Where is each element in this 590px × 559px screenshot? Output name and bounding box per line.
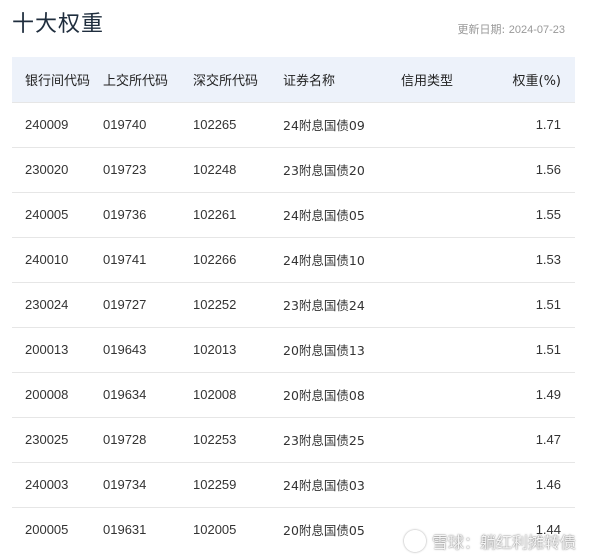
sh-code-cell: 019741 — [103, 252, 147, 267]
sz-code-cell: 102248 — [193, 162, 237, 177]
security-name-cell: 23附息国债20 — [283, 163, 365, 178]
security-name-cell: 20附息国债08 — [283, 388, 365, 403]
column-header-sz-code: 深交所代码 — [193, 73, 259, 89]
watermark: 雪球：躺红利摊转债 — [403, 529, 576, 553]
table-row: 240005 019736 102261 24附息国债05 1.55 — [12, 192, 575, 237]
credit-type-cell — [401, 372, 487, 417]
sh-code-cell: 019723 — [103, 162, 147, 177]
column-header-bank-code: 银行间代码 — [25, 73, 91, 89]
bank-code-cell: 240010 — [25, 252, 69, 267]
column-header-credit-type: 信用类型 — [401, 73, 454, 89]
table-row: 240010 019741 102266 24附息国债10 1.53 — [12, 237, 575, 282]
sz-code-cell: 102005 — [193, 522, 237, 538]
security-name-cell: 23附息国债25 — [283, 433, 365, 448]
sh-code-cell: 019643 — [103, 342, 147, 357]
credit-type-cell — [401, 147, 487, 192]
bank-code-cell: 240003 — [25, 477, 69, 492]
snowball-logo-icon — [403, 530, 426, 552]
table-row: 230020 019723 102248 23附息国债20 1.56 — [12, 147, 575, 192]
weight-cell: 1.47 — [535, 432, 561, 447]
sh-code-cell: 019728 — [103, 432, 147, 447]
security-name-cell: 24附息国债05 — [283, 208, 365, 223]
sz-code-cell: 102265 — [193, 117, 237, 132]
table-header-row: 银行间代码 上交所代码 深交所代码 证券名称 信用类型 权重(%) — [12, 57, 575, 102]
bank-code-cell: 230025 — [25, 432, 69, 447]
table-row: 230024 019727 102252 23附息国债24 1.51 — [12, 282, 575, 327]
weight-cell: 1.51 — [535, 342, 561, 357]
security-name-cell: 24附息国债10 — [283, 253, 365, 268]
sz-code-cell: 102252 — [193, 297, 237, 312]
page-title: 十大权重 — [12, 12, 105, 37]
credit-type-cell — [401, 102, 487, 147]
bank-code-cell: 200008 — [25, 387, 69, 402]
bank-code-cell: 200013 — [25, 342, 69, 357]
credit-type-cell — [401, 282, 487, 327]
credit-type-cell — [401, 327, 487, 372]
table-row: 200013 019643 102013 20附息国债13 1.51 — [12, 327, 575, 372]
top-ten-holdings-table: 银行间代码 上交所代码 深交所代码 证券名称 信用类型 权重(%) 240009… — [12, 57, 575, 552]
update-date-value: 2024-07-23 — [508, 24, 565, 36]
credit-type-cell — [401, 192, 487, 237]
security-name-cell: 20附息国债13 — [283, 343, 365, 358]
bank-code-cell: 230024 — [25, 297, 69, 312]
security-name-cell: 24附息国债03 — [283, 478, 365, 493]
weight-cell: 1.49 — [535, 387, 561, 402]
security-name-cell: 20附息国债05 — [283, 523, 365, 539]
column-header-sh-code: 上交所代码 — [103, 73, 169, 89]
bank-code-cell: 200005 — [25, 522, 69, 538]
watermark-text: 雪球：躺红利摊转债 — [431, 533, 576, 552]
bank-code-cell: 240009 — [25, 117, 69, 132]
weight-cell: 1.55 — [535, 207, 561, 222]
weight-cell: 1.56 — [535, 162, 561, 177]
table-row: 240009 019740 102265 24附息国债09 1.71 — [12, 102, 575, 147]
weight-cell: 1.71 — [535, 117, 561, 132]
sz-code-cell: 102253 — [193, 432, 237, 447]
table-row: 200008 019634 102008 20附息国债08 1.49 — [12, 372, 575, 417]
security-name-cell: 24附息国债09 — [283, 118, 365, 133]
sz-code-cell: 102266 — [193, 252, 237, 267]
sz-code-cell: 102008 — [193, 387, 237, 402]
credit-type-cell — [401, 462, 487, 507]
sh-code-cell: 019736 — [103, 207, 147, 222]
security-name-cell: 23附息国债24 — [283, 298, 365, 313]
sz-code-cell: 102013 — [193, 342, 237, 357]
bank-code-cell: 240005 — [25, 207, 69, 222]
sh-code-cell: 019734 — [103, 477, 147, 492]
sh-code-cell: 019634 — [103, 387, 147, 402]
update-date-label: 更新日期: — [457, 23, 506, 36]
update-date: 更新日期: 2024-07-23 — [458, 21, 566, 37]
table-row: 230025 019728 102253 23附息国债25 1.47 — [12, 417, 575, 462]
credit-type-cell — [401, 237, 487, 282]
bank-code-cell: 230020 — [25, 162, 69, 177]
weight-cell: 1.46 — [535, 477, 561, 492]
sh-code-cell: 019727 — [103, 297, 147, 312]
column-header-weight: 权重(%) — [512, 73, 562, 89]
sh-code-cell: 019740 — [103, 117, 147, 132]
column-header-security-name: 证券名称 — [283, 73, 336, 89]
sz-code-cell: 102259 — [193, 477, 237, 492]
table-row: 240003 019734 102259 24附息国债03 1.46 — [12, 462, 575, 507]
credit-type-cell — [401, 417, 487, 462]
sz-code-cell: 102261 — [193, 207, 237, 222]
weight-cell: 1.51 — [535, 297, 561, 312]
weight-cell: 1.53 — [535, 252, 561, 267]
sh-code-cell: 019631 — [103, 522, 147, 538]
